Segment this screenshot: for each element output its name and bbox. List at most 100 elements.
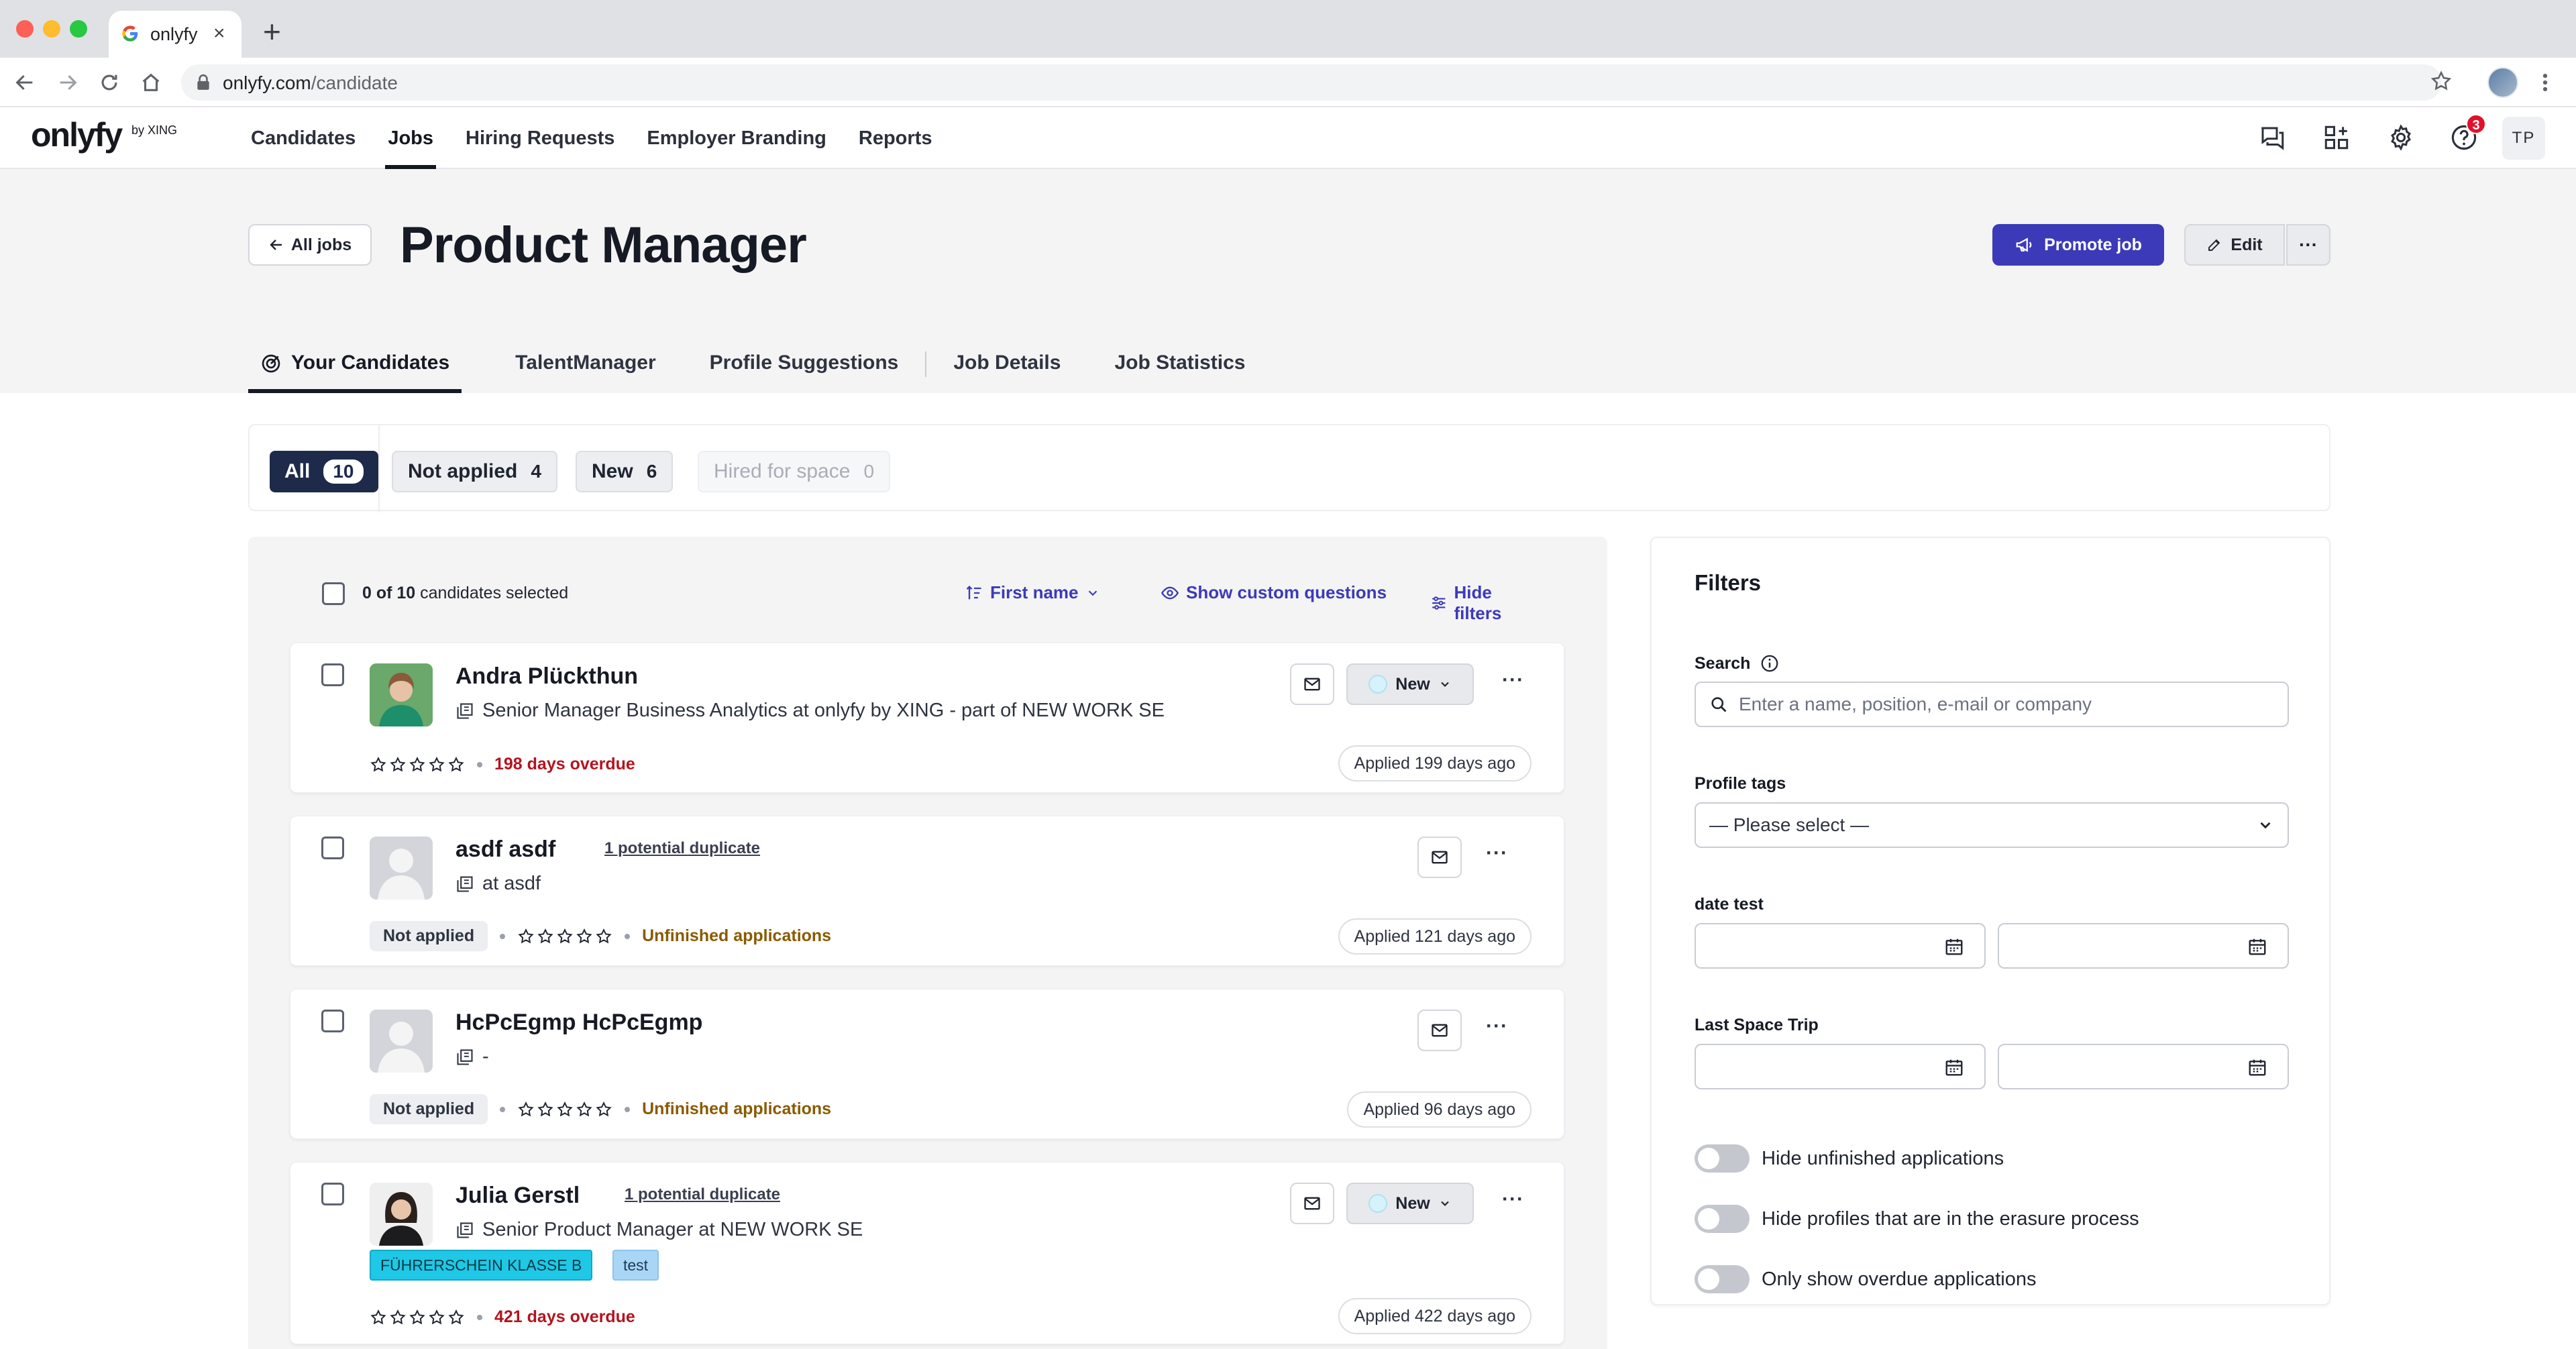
email-button[interactable] <box>1417 837 1462 878</box>
nav-reports[interactable]: Reports <box>859 107 932 169</box>
tab-talentmanager[interactable]: TalentManager <box>515 342 656 393</box>
sort-first-name-button[interactable]: First name <box>965 582 1100 603</box>
candidate-checkbox[interactable] <box>321 1010 344 1032</box>
candidate-name[interactable]: Andra Plückthun <box>455 663 638 690</box>
email-button[interactable] <box>1290 663 1334 705</box>
candidate-more-button[interactable]: ··· <box>1486 1015 1508 1038</box>
star-icon[interactable] <box>556 1101 574 1118</box>
candidate-card[interactable]: asdf asdf 1 potential duplicate at asdf … <box>290 816 1564 966</box>
candidate-card[interactable]: Andra Plückthun Senior Manager Business … <box>290 643 1564 793</box>
nav-employer-branding[interactable]: Employer Branding <box>647 107 826 169</box>
rating-stars[interactable] <box>517 928 612 945</box>
candidate-avatar[interactable] <box>370 663 433 726</box>
lock-icon[interactable] <box>196 74 211 91</box>
calendar-icon[interactable] <box>1944 936 1964 957</box>
job-more-actions-button[interactable]: ··· <box>2286 224 2330 266</box>
edit-job-button[interactable]: Edit <box>2184 224 2285 266</box>
user-avatar[interactable]: TP <box>2502 117 2545 160</box>
bookmark-star-icon[interactable] <box>2430 70 2453 93</box>
rating-stars[interactable] <box>370 1309 465 1326</box>
url-field[interactable]: onlyfy.com/candidate <box>181 64 2442 101</box>
star-icon[interactable] <box>537 1101 554 1118</box>
candidate-avatar-placeholder[interactable] <box>370 1010 433 1073</box>
potential-duplicate-link[interactable]: 1 potential duplicate <box>604 839 760 858</box>
tab-job-statistics[interactable]: Job Statistics <box>1114 342 1245 393</box>
star-icon[interactable] <box>595 1101 612 1118</box>
messages-icon[interactable] <box>2258 123 2286 152</box>
date-test-to-input[interactable] <box>1998 923 2289 969</box>
star-icon[interactable] <box>595 928 612 945</box>
tab-profile-suggestions[interactable]: Profile Suggestions <box>710 342 899 393</box>
last-space-trip-from-input[interactable] <box>1695 1044 1986 1089</box>
star-icon[interactable] <box>370 756 387 773</box>
forward-arrow-icon[interactable] <box>56 71 79 94</box>
window-zoom-button[interactable] <box>70 20 87 38</box>
tab-close-icon[interactable]: × <box>213 22 225 45</box>
candidate-more-button[interactable]: ··· <box>1486 842 1508 865</box>
status-dropdown[interactable]: New <box>1346 1183 1474 1224</box>
potential-duplicate-link[interactable]: 1 potential duplicate <box>625 1185 780 1204</box>
candidate-more-button[interactable]: ··· <box>1502 1188 1524 1211</box>
star-icon[interactable] <box>447 1309 465 1326</box>
candidate-avatar[interactable] <box>370 1183 433 1246</box>
candidate-card[interactable]: Julia Gerstl 1 potential duplicate Senio… <box>290 1162 1564 1344</box>
hide-erasure-switch[interactable] <box>1695 1205 1750 1233</box>
filter-hired-button[interactable]: Hired for space 0 <box>698 451 891 492</box>
search-input[interactable]: Enter a name, position, e-mail or compan… <box>1695 682 2289 727</box>
candidate-name[interactable]: asdf asdf <box>455 837 555 863</box>
star-icon[interactable] <box>389 1309 407 1326</box>
date-test-from-input[interactable] <box>1695 923 1986 969</box>
hide-unfinished-switch[interactable] <box>1695 1144 1750 1173</box>
star-icon[interactable] <box>556 928 574 945</box>
candidate-avatar-placeholder[interactable] <box>370 837 433 900</box>
star-icon[interactable] <box>517 928 535 945</box>
star-icon[interactable] <box>409 756 426 773</box>
window-close-button[interactable] <box>16 20 34 38</box>
new-tab-icon[interactable]: + <box>263 16 281 47</box>
candidate-card[interactable]: HcPcEgmp HcPcEgmp - ··· Not applied Unfi… <box>290 989 1564 1139</box>
tab-your-candidates[interactable]: Your Candidates <box>248 342 462 393</box>
candidate-checkbox[interactable] <box>321 837 344 859</box>
filter-all-button[interactable]: All 10 <box>270 451 378 492</box>
profile-tags-select[interactable]: — Please select — <box>1695 802 2289 848</box>
candidate-name[interactable]: HcPcEgmp HcPcEgmp <box>455 1010 702 1036</box>
star-icon[interactable] <box>517 1101 535 1118</box>
calendar-icon[interactable] <box>2247 1057 2267 1077</box>
star-icon[interactable] <box>370 1309 387 1326</box>
calendar-icon[interactable] <box>1944 1057 1964 1077</box>
browser-profile-avatar[interactable] <box>2487 67 2518 98</box>
email-button[interactable] <box>1290 1183 1334 1224</box>
candidate-more-button[interactable]: ··· <box>1502 669 1524 692</box>
calendar-icon[interactable] <box>2247 936 2267 957</box>
star-icon[interactable] <box>576 928 593 945</box>
candidate-name[interactable]: Julia Gerstl <box>455 1183 580 1209</box>
candidate-checkbox[interactable] <box>321 1183 344 1205</box>
back-arrow-icon[interactable] <box>13 71 36 94</box>
home-icon[interactable] <box>140 71 162 94</box>
candidate-checkbox[interactable] <box>321 663 344 686</box>
nav-jobs[interactable]: Jobs <box>385 107 436 169</box>
apps-grid-icon[interactable] <box>2322 123 2351 152</box>
promote-job-button[interactable]: Promote job <box>1992 224 2164 266</box>
browser-menu-icon[interactable] <box>2540 71 2551 94</box>
filter-new-button[interactable]: New 6 <box>576 451 674 492</box>
profile-tag[interactable]: test <box>612 1250 659 1281</box>
browser-tab[interactable]: onlyfy × <box>109 11 241 58</box>
email-button[interactable] <box>1417 1010 1462 1051</box>
star-icon[interactable] <box>428 1309 445 1326</box>
reload-icon[interactable] <box>98 71 121 94</box>
tab-job-details[interactable]: Job Details <box>953 342 1061 393</box>
status-dropdown[interactable]: New <box>1346 663 1474 705</box>
star-icon[interactable] <box>537 928 554 945</box>
star-icon[interactable] <box>576 1101 593 1118</box>
star-icon[interactable] <box>389 756 407 773</box>
select-all-checkbox[interactable] <box>322 582 345 605</box>
profile-tag[interactable]: FÜHRERSCHEIN KLASSE B <box>370 1250 593 1281</box>
last-space-trip-to-input[interactable] <box>1998 1044 2289 1089</box>
onlyfy-logo[interactable]: onlyfy <box>31 115 123 154</box>
info-icon[interactable] <box>1760 653 1780 673</box>
rating-stars[interactable] <box>517 1101 612 1118</box>
window-minimize-button[interactable] <box>43 20 60 38</box>
filter-not-applied-button[interactable]: Not applied 4 <box>392 451 557 492</box>
nav-candidates[interactable]: Candidates <box>251 107 356 169</box>
